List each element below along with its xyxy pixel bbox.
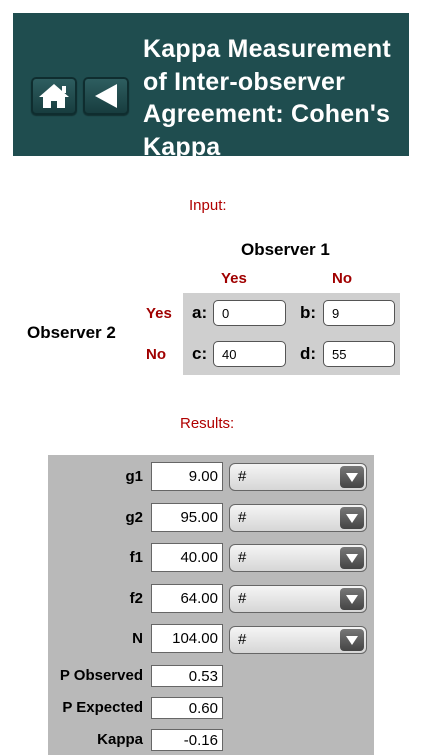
row-no-label: No <box>146 346 166 363</box>
title-line-4: Kappa <box>143 132 221 161</box>
observer2-label: Observer 2 <box>27 323 116 342</box>
result-f2-value: 64.00 <box>151 584 223 613</box>
row-yes-label: Yes <box>146 305 172 322</box>
result-f2-unit: # <box>238 590 247 607</box>
title-line-3: Agreement: Cohen's <box>143 100 391 128</box>
result-f1-label: f1 <box>129 549 143 566</box>
cell-b-label: b: <box>300 303 317 322</box>
result-g2-unit-select[interactable]: # <box>229 504 367 532</box>
result-f1-value: 40.00 <box>151 543 223 572</box>
result-f2-label: f2 <box>129 590 143 607</box>
result-g1-value: 9.00 <box>151 462 223 491</box>
chevron-down-icon <box>340 547 364 569</box>
input-section-label: Input: <box>189 197 227 214</box>
result-n-unit: # <box>238 631 247 648</box>
cell-a-input[interactable]: 0 <box>213 300 286 326</box>
app-header: Kappa Measurement of Inter-observer Agre… <box>13 13 409 161</box>
cell-d-input[interactable]: 55 <box>323 341 395 367</box>
result-p-observed-label: P Observed <box>59 667 143 684</box>
result-n-label: N <box>132 630 143 647</box>
title-line-1: Kappa Measurement <box>143 35 391 63</box>
column-no-label: No <box>332 270 352 287</box>
result-f2-unit-select[interactable]: # <box>229 585 367 613</box>
chevron-down-icon <box>340 507 364 529</box>
results-section-label: Results: <box>180 415 235 432</box>
result-p-observed-value: 0.53 <box>151 665 223 687</box>
home-button[interactable] <box>31 77 77 115</box>
cell-c-label: c: <box>192 344 208 363</box>
result-g1-label: g1 <box>125 468 143 485</box>
result-g1-unit-select[interactable]: # <box>229 463 367 491</box>
chevron-down-icon <box>340 629 364 651</box>
result-f1-unit: # <box>238 549 247 566</box>
cell-c-input[interactable]: 40 <box>213 341 286 367</box>
result-p-expected-value: 0.60 <box>151 697 223 719</box>
result-g1-unit: # <box>238 468 247 485</box>
result-f1-unit-select[interactable]: # <box>229 544 367 572</box>
home-icon <box>39 84 69 108</box>
result-g2-unit: # <box>238 509 247 526</box>
result-kappa-label: Kappa <box>97 731 143 748</box>
result-n-unit-select[interactable]: # <box>229 626 367 654</box>
column-yes-label: Yes <box>221 270 247 287</box>
observer1-label: Observer 1 <box>241 240 330 259</box>
result-g2-value: 95.00 <box>151 503 223 532</box>
back-arrow-icon <box>95 84 117 108</box>
chevron-down-icon <box>340 588 364 610</box>
result-p-expected-label: P Expected <box>62 699 143 716</box>
result-n-value: 104.00 <box>151 624 223 653</box>
page-title: Kappa Measurement of Inter-observer Agre… <box>143 33 415 163</box>
cell-d-label: d: <box>300 344 317 363</box>
result-kappa-value: -0.16 <box>151 729 223 751</box>
cell-b-input[interactable]: 9 <box>323 300 395 326</box>
chevron-down-icon <box>340 466 364 488</box>
input-grid: a: 0 b: 9 c: 40 d: 55 <box>183 293 400 375</box>
cell-a-label: a: <box>192 303 208 322</box>
back-button[interactable] <box>83 77 129 115</box>
result-g2-label: g2 <box>125 509 143 526</box>
title-line-2: of Inter-observer <box>143 67 346 96</box>
